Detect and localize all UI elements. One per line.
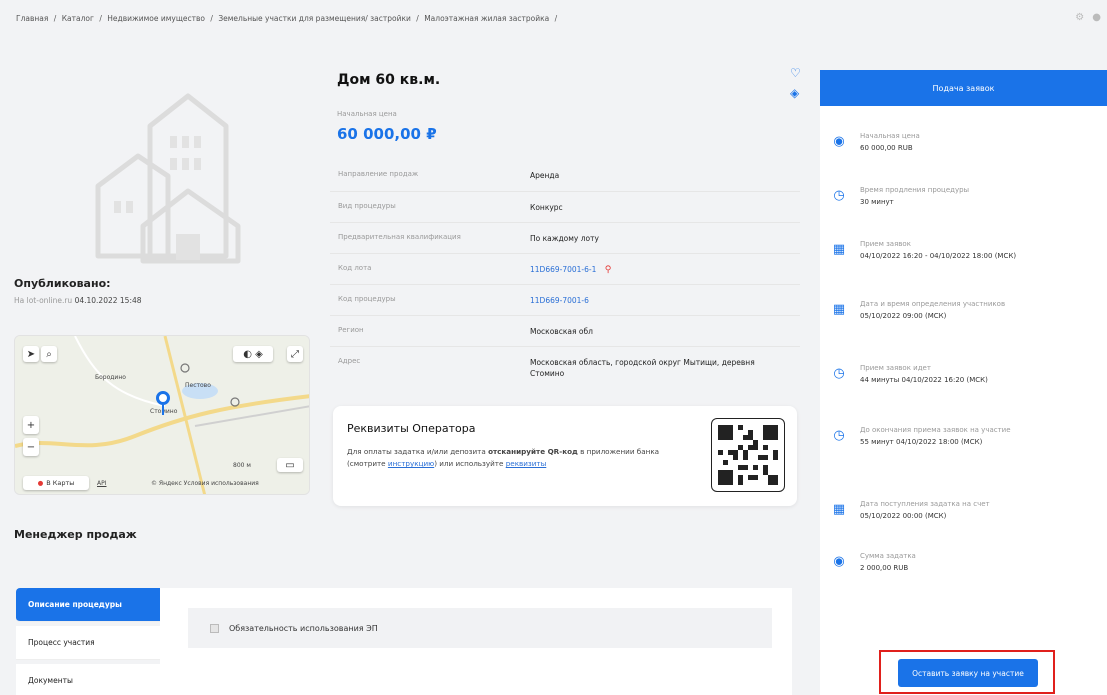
- apply-for-participation-button[interactable]: Оставить заявку на участие: [898, 659, 1038, 687]
- qr-code-icon: [718, 425, 778, 485]
- clock-icon: ◷: [833, 366, 845, 381]
- settings-icon[interactable]: ⚙: [1075, 12, 1084, 23]
- breadcrumb-real-estate[interactable]: Недвижимое имущество: [107, 14, 205, 23]
- tab-content-panel: Обязательность использования ЭП: [160, 588, 792, 695]
- operator-title: Реквизиты Оператора: [347, 422, 476, 435]
- lot-title: Дом 60 кв.м.: [337, 72, 441, 88]
- tab-participation-process[interactable]: Процесс участия: [16, 626, 160, 660]
- compare-layers-icon[interactable]: ◈: [790, 86, 799, 100]
- lot-code-link[interactable]: 11D669-7001-6-1: [530, 265, 596, 274]
- lot-properties: Направление продаж Аренда Вид процедуры …: [330, 160, 800, 379]
- published-meta: На lot-online.ru 04.10.2022 15:48: [14, 296, 142, 305]
- clock-icon: ◷: [833, 428, 845, 443]
- map-api-link[interactable]: API: [97, 480, 107, 487]
- procedure-tabs: Описание процедуры Процесс участия Докум…: [16, 588, 160, 695]
- map-pin-stem: [162, 405, 164, 415]
- map-scale: 800 м: [233, 462, 251, 469]
- more-icon[interactable]: ●: [1092, 12, 1101, 23]
- property-row: Направление продаж Аренда: [338, 170, 560, 180]
- apply-button-highlight: Оставить заявку на участие: [879, 650, 1055, 694]
- published-source: На lot-online.ru: [14, 296, 73, 305]
- map-marker-icon: ●: [37, 479, 44, 487]
- location-map[interactable]: Бородино Стомино Пестово ➤ ⌕ ◐ ◈ ⤢ + − ▭…: [14, 335, 310, 495]
- map-zoom-in-button[interactable]: +: [23, 416, 39, 434]
- property-row: Код процедуры 11D669-7001-6: [330, 284, 800, 315]
- procedure-code-link[interactable]: 11D669-7001-6: [530, 295, 800, 315]
- map-terms-link[interactable]: © Яндекс Условия использования: [151, 480, 259, 487]
- breadcrumb: Главная / Каталог / Недвижимое имущество…: [16, 14, 558, 23]
- map-label-borodino: Бородино: [95, 374, 126, 381]
- tab-procedure-description[interactable]: Описание процедуры: [16, 588, 160, 622]
- breadcrumb-lowrise[interactable]: Малоэтажная жилая застройка: [424, 14, 549, 23]
- map-locate-icon[interactable]: ➤: [23, 346, 39, 362]
- esign-label: Обязательность использования ЭП: [229, 623, 378, 633]
- sidebar-header: Подача заявок: [820, 70, 1107, 106]
- map-ruler-icon[interactable]: ▭: [277, 458, 303, 472]
- favorite-heart-icon[interactable]: ♡: [790, 66, 801, 80]
- calendar-icon: ▦: [832, 242, 846, 257]
- tab-documents[interactable]: Документы: [16, 664, 160, 695]
- calendar-icon: ▦: [832, 302, 846, 317]
- qr-code: [711, 418, 785, 492]
- top-right-controls: ⚙ ●: [1075, 12, 1101, 23]
- requisites-link[interactable]: реквизиты: [506, 459, 547, 468]
- map-zoom-out-button[interactable]: −: [23, 438, 39, 456]
- property-row: Предварительная квалификация По каждому …: [330, 222, 800, 253]
- breadcrumb-home[interactable]: Главная: [16, 14, 48, 23]
- calendar-icon: ▦: [832, 502, 846, 517]
- property-row: Вид процедуры Конкурс: [330, 191, 800, 222]
- money-icon: ◉: [833, 554, 845, 569]
- operator-text: Для оплаты задатка и/или депозита отскан…: [347, 447, 660, 468]
- esign-checkbox: [210, 623, 219, 633]
- map-layers-icon[interactable]: ◐ ◈: [233, 346, 273, 362]
- published-date: 04.10.2022 15:48: [74, 296, 142, 305]
- breadcrumb-catalog[interactable]: Каталог: [62, 14, 94, 23]
- property-row: Код лота 11D669-7001-6-1 ⚲: [330, 253, 800, 284]
- application-sidebar: Подача заявок ◉ Начальная цена 60 000,00…: [820, 70, 1107, 695]
- map-search-icon[interactable]: ⌕: [41, 346, 57, 362]
- map-fullscreen-icon[interactable]: ⤢: [287, 346, 303, 362]
- start-price-label: Начальная цена: [337, 110, 397, 118]
- published-label: Опубликовано:: [14, 277, 111, 290]
- yandex-maps-button[interactable]: ● В Карты: [23, 476, 89, 490]
- money-icon: ◉: [833, 134, 845, 149]
- map-location-pin-icon[interactable]: [156, 391, 170, 405]
- map-label-lake: Пестово: [185, 382, 211, 389]
- operator-requisites-card: Реквизиты Оператора Для оплаты задатка и…: [333, 406, 797, 506]
- esign-requirement-row: Обязательность использования ЭП: [188, 608, 772, 648]
- start-price: 60 000,00 ₽: [337, 125, 437, 143]
- property-row: Адрес Московская область, городской окру…: [330, 346, 800, 379]
- breadcrumb-land-plots[interactable]: Земельные участки для размещения/ застро…: [218, 14, 411, 23]
- location-pin-icon[interactable]: ⚲: [605, 265, 612, 275]
- clock-icon: ◷: [833, 188, 845, 203]
- building-placeholder-icon: [95, 93, 241, 264]
- sales-manager-label: Менеджер продаж: [14, 528, 137, 541]
- property-row: Регион Московская обл: [330, 315, 800, 346]
- instruction-link[interactable]: инструкцию: [388, 459, 434, 468]
